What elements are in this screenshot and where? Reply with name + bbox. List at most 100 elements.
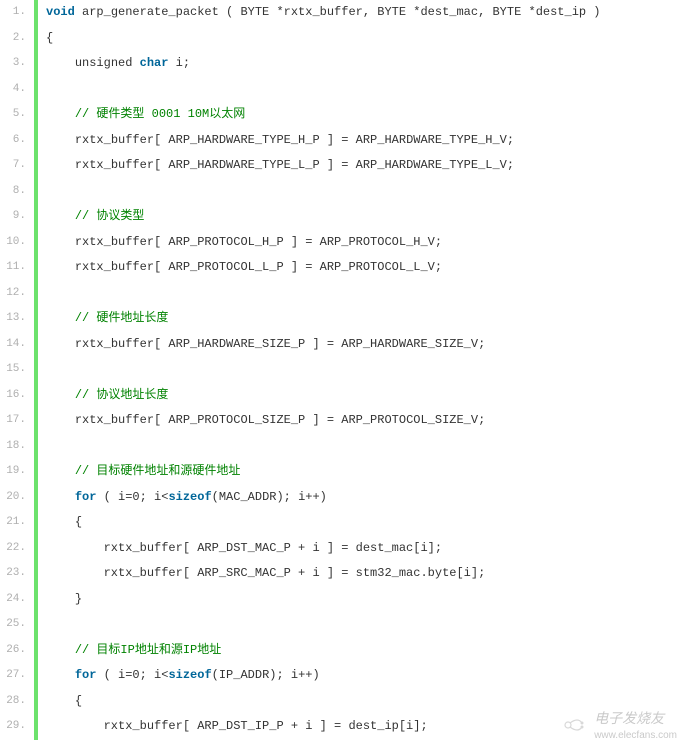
code-content[interactable]: void arp_generate_packet ( BYTE *rxtx_bu… [46,0,685,26]
code-content[interactable]: // 协议类型 [46,204,685,230]
code-content[interactable]: // 目标硬件地址和源硬件地址 [46,459,685,485]
line-number: 21. [0,510,34,536]
code-content[interactable] [46,612,685,638]
code-line[interactable]: 18. [0,434,685,460]
fold-indicator[interactable] [34,510,38,536]
code-line[interactable]: 16. // 协议地址长度 [0,383,685,409]
code-line[interactable]: 26. // 目标IP地址和源IP地址 [0,638,685,664]
code-content[interactable]: } [46,587,685,613]
code-line[interactable]: 19. // 目标硬件地址和源硬件地址 [0,459,685,485]
code-content[interactable]: // 目标IP地址和源IP地址 [46,638,685,664]
code-line[interactable]: 28. { [0,689,685,715]
code-content[interactable]: rxtx_buffer[ ARP_PROTOCOL_L_P ] = ARP_PR… [46,255,685,281]
fold-indicator[interactable] [34,204,38,230]
code-content[interactable]: rxtx_buffer[ ARP_PROTOCOL_H_P ] = ARP_PR… [46,230,685,256]
fold-indicator[interactable] [34,77,38,103]
fold-indicator[interactable] [34,714,38,740]
code-content[interactable]: for ( i=0; i<sizeof(MAC_ADDR); i++) [46,485,685,511]
code-line[interactable]: 2. { [0,26,685,52]
code-line[interactable]: 11. rxtx_buffer[ ARP_PROTOCOL_L_P ] = AR… [0,255,685,281]
code-line[interactable]: 8. [0,179,685,205]
code-line[interactable]: 6. rxtx_buffer[ ARP_HARDWARE_TYPE_H_P ] … [0,128,685,154]
code-content[interactable] [46,281,685,307]
fold-indicator[interactable] [34,102,38,128]
fold-indicator[interactable] [34,408,38,434]
code-content[interactable]: for ( i=0; i<sizeof(IP_ADDR); i++) [46,663,685,689]
code-line[interactable]: 14. rxtx_buffer[ ARP_HARDWARE_SIZE_P ] =… [0,332,685,358]
line-number: 17. [0,408,34,434]
fold-indicator[interactable] [34,459,38,485]
line-number: 2. [0,26,34,52]
line-number: 3. [0,51,34,77]
code-content[interactable]: rxtx_buffer[ ARP_HARDWARE_TYPE_L_P ] = A… [46,153,685,179]
code-line[interactable]: 1. void arp_generate_packet ( BYTE *rxtx_… [0,0,685,26]
code-content[interactable]: // 硬件地址长度 [46,306,685,332]
code-line[interactable]: 25. [0,612,685,638]
code-line[interactable]: 27. for ( i=0; i<sizeof(IP_ADDR); i++) [0,663,685,689]
line-number: 8. [0,179,34,205]
code-content[interactable]: { [46,510,685,536]
line-number: 5. [0,102,34,128]
code-content[interactable]: { [46,689,685,715]
code-line[interactable]: 29. rxtx_buffer[ ARP_DST_IP_P + i ] = de… [0,714,685,740]
line-number: 19. [0,459,34,485]
code-content[interactable] [46,77,685,103]
line-number: 20. [0,485,34,511]
code-content[interactable]: // 协议地址长度 [46,383,685,409]
code-line[interactable]: 21. { [0,510,685,536]
code-line[interactable]: 15. [0,357,685,383]
code-content[interactable] [46,179,685,205]
fold-indicator[interactable] [34,26,38,52]
code-line[interactable]: 3. unsigned char i; [0,51,685,77]
code-content[interactable]: rxtx_buffer[ ARP_DST_MAC_P + i ] = dest_… [46,536,685,562]
code-content[interactable]: { [46,26,685,52]
line-number: 12. [0,281,34,307]
fold-indicator[interactable] [34,561,38,587]
fold-indicator[interactable] [34,153,38,179]
code-content[interactable]: // 硬件类型 0001 10M以太网 [46,102,685,128]
fold-indicator[interactable] [34,332,38,358]
code-content[interactable]: rxtx_buffer[ ARP_DST_IP_P + i ] = dest_i… [46,714,685,740]
code-content[interactable]: rxtx_buffer[ ARP_SRC_MAC_P + i ] = stm32… [46,561,685,587]
code-content[interactable]: rxtx_buffer[ ARP_HARDWARE_TYPE_H_P ] = A… [46,128,685,154]
line-number: 15. [0,357,34,383]
code-line[interactable]: 23. rxtx_buffer[ ARP_SRC_MAC_P + i ] = s… [0,561,685,587]
code-line[interactable]: 7. rxtx_buffer[ ARP_HARDWARE_TYPE_L_P ] … [0,153,685,179]
fold-indicator[interactable] [34,689,38,715]
fold-indicator[interactable] [34,663,38,689]
fold-indicator[interactable] [34,179,38,205]
fold-indicator[interactable] [34,306,38,332]
code-content[interactable] [46,434,685,460]
code-line[interactable]: 17. rxtx_buffer[ ARP_PROTOCOL_SIZE_P ] =… [0,408,685,434]
code-line[interactable]: 9. // 协议类型 [0,204,685,230]
code-editor[interactable]: 1. void arp_generate_packet ( BYTE *rxtx_… [0,0,685,750]
code-line[interactable]: 4. [0,77,685,103]
fold-indicator[interactable] [34,51,38,77]
fold-indicator[interactable] [34,638,38,664]
code-line[interactable]: 10. rxtx_buffer[ ARP_PROTOCOL_H_P ] = AR… [0,230,685,256]
fold-indicator[interactable] [34,357,38,383]
code-line[interactable]: 24. } [0,587,685,613]
fold-indicator[interactable] [34,612,38,638]
fold-indicator[interactable] [34,128,38,154]
fold-indicator[interactable] [34,485,38,511]
fold-indicator[interactable] [34,587,38,613]
code-content[interactable]: rxtx_buffer[ ARP_PROTOCOL_SIZE_P ] = ARP… [46,408,685,434]
line-number: 1. [0,0,34,26]
code-content[interactable]: rxtx_buffer[ ARP_HARDWARE_SIZE_P ] = ARP… [46,332,685,358]
fold-indicator[interactable] [34,230,38,256]
line-number: 23. [0,561,34,587]
fold-indicator[interactable] [34,281,38,307]
fold-indicator[interactable] [34,255,38,281]
code-content[interactable] [46,357,685,383]
code-line[interactable]: 22. rxtx_buffer[ ARP_DST_MAC_P + i ] = d… [0,536,685,562]
code-line[interactable]: 12. [0,281,685,307]
code-line[interactable]: 13. // 硬件地址长度 [0,306,685,332]
code-line[interactable]: 20. for ( i=0; i<sizeof(MAC_ADDR); i++) [0,485,685,511]
fold-indicator[interactable] [34,434,38,460]
code-content[interactable]: unsigned char i; [46,51,685,77]
fold-indicator[interactable] [34,536,38,562]
code-line[interactable]: 5. // 硬件类型 0001 10M以太网 [0,102,685,128]
fold-indicator[interactable] [34,0,38,26]
fold-indicator[interactable] [34,383,38,409]
